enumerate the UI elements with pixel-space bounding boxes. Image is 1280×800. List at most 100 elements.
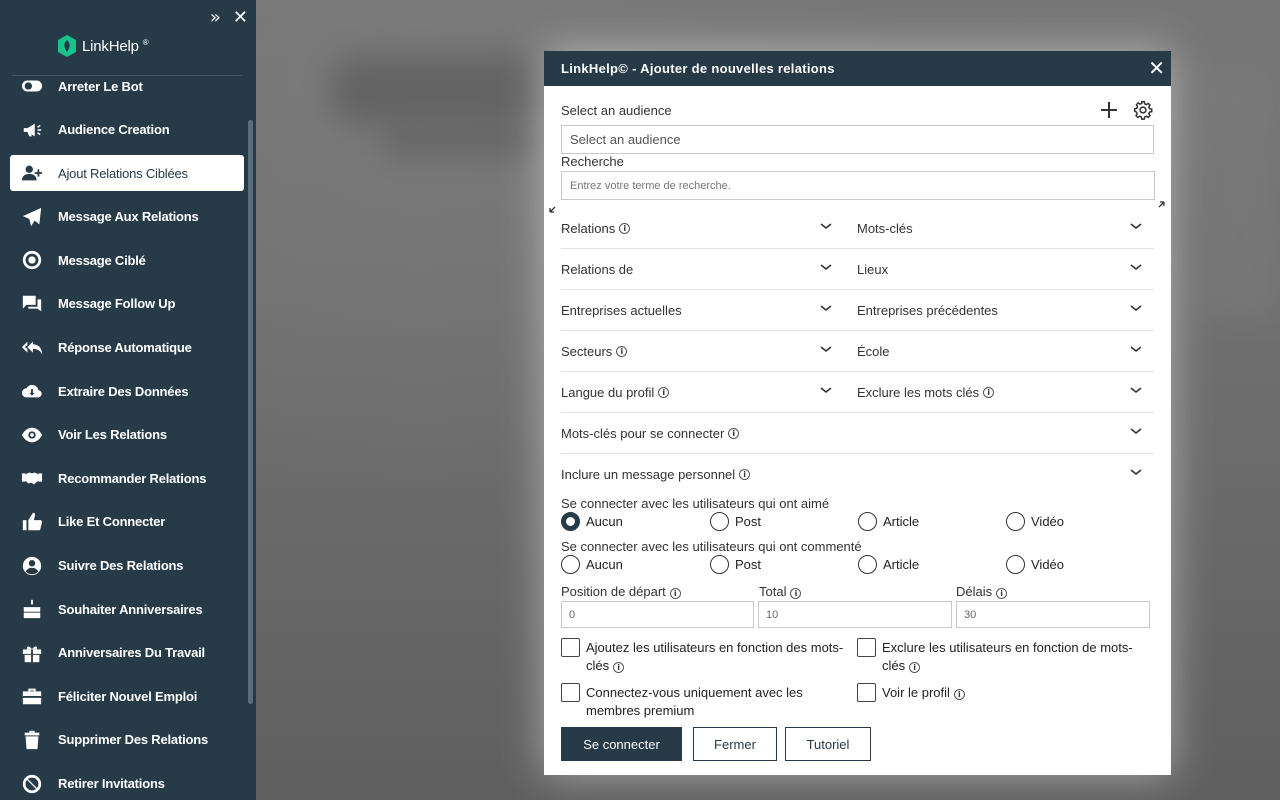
commented-video-radio[interactable]: Vidéo bbox=[1006, 555, 1064, 574]
chevron-down-icon[interactable] bbox=[1129, 260, 1143, 274]
filter-label: Entreprises actuelles bbox=[561, 302, 682, 318]
sidebar-item-anniversaires-du-travail[interactable]: Anniversaires Du Travail bbox=[10, 635, 244, 671]
chevron-down-icon[interactable] bbox=[1129, 383, 1143, 397]
label-line: Exclure les utilisateurs en fonction de … bbox=[882, 640, 1133, 655]
sidebar-item-suivre-des-relations[interactable]: Suivre Des Relations bbox=[10, 548, 244, 584]
liked-video-radio[interactable]: Vidéo bbox=[1006, 512, 1064, 531]
filter-label: Mots-clés bbox=[857, 220, 913, 236]
sidebar-item-arreter-le-bot[interactable]: Arreter Le Bot bbox=[10, 68, 244, 104]
chevron-down-icon[interactable] bbox=[1129, 465, 1143, 479]
audience-select[interactable]: Select an audience bbox=[561, 125, 1154, 154]
liked-post-radio[interactable]: Post bbox=[710, 512, 761, 531]
close-button[interactable]: Fermer bbox=[693, 727, 777, 761]
chevron-down-icon[interactable] bbox=[1129, 301, 1143, 315]
sidebar-item-message-follow-up[interactable]: Message Follow Up bbox=[10, 286, 244, 322]
filter-mots-cles-connecter[interactable]: Mots-clés pour se connecter i bbox=[561, 413, 740, 453]
view-profile-checkbox[interactable]: Voir le profil i bbox=[857, 683, 1057, 702]
expand-right-icon[interactable] bbox=[1153, 201, 1165, 213]
sidebar-item-label: Message Aux Relations bbox=[58, 209, 199, 225]
dialog-close-icon[interactable]: ✕ bbox=[1148, 58, 1165, 78]
premium-only-checkbox[interactable]: Connectez-vous uniquement avec les membre… bbox=[561, 683, 851, 720]
chevron-down-icon[interactable] bbox=[819, 260, 833, 274]
sidebar-item-ajout-relations-ciblees[interactable]: Ajout Relations Ciblées bbox=[10, 155, 244, 192]
radio-label: Aucun bbox=[586, 514, 623, 529]
chevron-down-icon[interactable] bbox=[819, 383, 833, 397]
connect-button[interactable]: Se connecter bbox=[561, 727, 682, 761]
close-icon[interactable]: ✕ bbox=[233, 8, 248, 28]
sidebar-item-souhaiter-anniversaires[interactable]: Souhaiter Anniversaires bbox=[10, 591, 244, 627]
sidebar-item-supprimer-des-relations[interactable]: Supprimer Des Relations bbox=[10, 722, 244, 758]
label-text: Total bbox=[759, 584, 787, 599]
filter-row: Langue du profil i Exclure les mots clés i bbox=[561, 372, 1154, 413]
filter-exclure-mots-cles[interactable]: Exclure les mots clés i bbox=[857, 372, 995, 412]
filter-label: École bbox=[857, 343, 890, 359]
chevron-down-icon[interactable] bbox=[819, 219, 833, 233]
filter-label: Mots-clés pour se connecter bbox=[561, 425, 725, 441]
chevron-down-icon[interactable] bbox=[1129, 219, 1143, 233]
chevron-down-icon[interactable] bbox=[819, 342, 833, 356]
filter-lieux[interactable]: Lieux bbox=[857, 249, 888, 289]
dialog-header: LinkHelp© - Ajouter de nouvelles relatio… bbox=[544, 51, 1171, 86]
filter-ecole[interactable]: École bbox=[857, 331, 890, 371]
tutorial-button[interactable]: Tutoriel bbox=[785, 727, 871, 761]
cloud-download-icon bbox=[21, 385, 42, 398]
plus-icon[interactable] bbox=[1099, 100, 1119, 120]
sidebar-scrollbar[interactable] bbox=[248, 120, 253, 704]
chevron-down-icon[interactable] bbox=[1129, 424, 1143, 438]
sidebar-item-feliciter-nouvel-emploi[interactable]: Féliciter Nouvel Emploi bbox=[10, 678, 244, 714]
toggle-icon bbox=[21, 80, 43, 92]
collapse-icon[interactable]: » bbox=[210, 8, 221, 28]
liked-aucun-radio[interactable]: Aucun bbox=[561, 512, 623, 531]
radio-label: Aucun bbox=[586, 557, 623, 572]
commented-post-radio[interactable]: Post bbox=[710, 555, 761, 574]
sidebar-item-retirer-invitations[interactable]: Retirer Invitations bbox=[10, 766, 244, 800]
filter-langue-du-profil[interactable]: Langue du profil i bbox=[561, 372, 670, 412]
target-icon bbox=[22, 251, 42, 270]
delay-label: Délais i bbox=[956, 584, 1008, 599]
filter-entreprises-actuelles[interactable]: Entreprises actuelles bbox=[561, 290, 682, 330]
commented-article-radio[interactable]: Article bbox=[858, 555, 919, 574]
add-by-keywords-checkbox[interactable]: Ajoutez les utilisateurs en fonction des… bbox=[561, 638, 856, 675]
chevron-down-icon[interactable] bbox=[1129, 342, 1143, 356]
sidebar-item-audience-creation[interactable]: Audience Creation bbox=[10, 112, 244, 148]
sidebar-item-label: Like Et Connecter bbox=[58, 514, 166, 530]
commented-title: Se connecter avec les utilisateurs qui o… bbox=[561, 539, 862, 554]
start-position-label: Position de départ i bbox=[561, 584, 681, 599]
search-input[interactable]: Entrez votre terme de recherche. bbox=[561, 171, 1155, 200]
expand-left-icon[interactable] bbox=[549, 201, 561, 213]
label-line: Voir le profil bbox=[882, 685, 950, 700]
gear-icon[interactable] bbox=[1133, 100, 1153, 120]
total-input[interactable]: 10 bbox=[758, 601, 952, 628]
sidebar-item-message-cible[interactable]: Message Ciblé bbox=[10, 242, 244, 278]
chevron-down-icon[interactable] bbox=[819, 301, 833, 315]
sidebar-item-voir-les-relations[interactable]: Voir Les Relations bbox=[10, 417, 244, 453]
logo-icon bbox=[58, 35, 76, 57]
sidebar-item-extraire-des-donnees[interactable]: Extraire Des Données bbox=[10, 373, 244, 409]
cake-icon bbox=[23, 599, 41, 619]
chat-icon bbox=[22, 295, 42, 312]
sidebar-item-recommander-relations[interactable]: Recommander Relations bbox=[10, 460, 244, 496]
liked-article-radio[interactable]: Article bbox=[858, 512, 919, 531]
filter-secteurs[interactable]: Secteurs i bbox=[561, 331, 628, 371]
add-relations-dialog: LinkHelp© - Ajouter de nouvelles relatio… bbox=[544, 51, 1171, 775]
filter-relations[interactable]: Relations i bbox=[561, 208, 631, 248]
label-line: membres premium bbox=[586, 703, 695, 718]
filter-row: Relations i Mots-clés bbox=[561, 208, 1154, 249]
delay-input[interactable]: 30 bbox=[956, 601, 1150, 628]
sidebar-item-reponse-automatique[interactable]: Réponse Automatique bbox=[10, 330, 244, 366]
commented-aucun-radio[interactable]: Aucun bbox=[561, 555, 623, 574]
thumbs-up-icon bbox=[22, 512, 43, 531]
filter-message-personnel[interactable]: Inclure un message personnel i bbox=[561, 454, 751, 494]
logo: LinkHelp ® bbox=[56, 34, 149, 58]
filter-mots-cles[interactable]: Mots-clés bbox=[857, 208, 913, 248]
sidebar-item-message-aux-relations[interactable]: Message Aux Relations bbox=[10, 199, 244, 235]
filter-relations-de[interactable]: Relations de bbox=[561, 249, 633, 289]
label-text: Position de départ bbox=[561, 584, 666, 599]
radio-label: Article bbox=[883, 557, 920, 572]
exclude-by-keywords-checkbox[interactable]: Exclure les utilisateurs en fonction de … bbox=[857, 638, 1153, 675]
start-position-input[interactable]: 0 bbox=[561, 601, 754, 628]
info-icon: i bbox=[909, 662, 921, 673]
sidebar-item-like-et-connecter[interactable]: Like Et Connecter bbox=[10, 504, 244, 540]
info-icon: i bbox=[790, 588, 802, 599]
filter-entreprises-precedentes[interactable]: Entreprises précédentes bbox=[857, 290, 998, 330]
